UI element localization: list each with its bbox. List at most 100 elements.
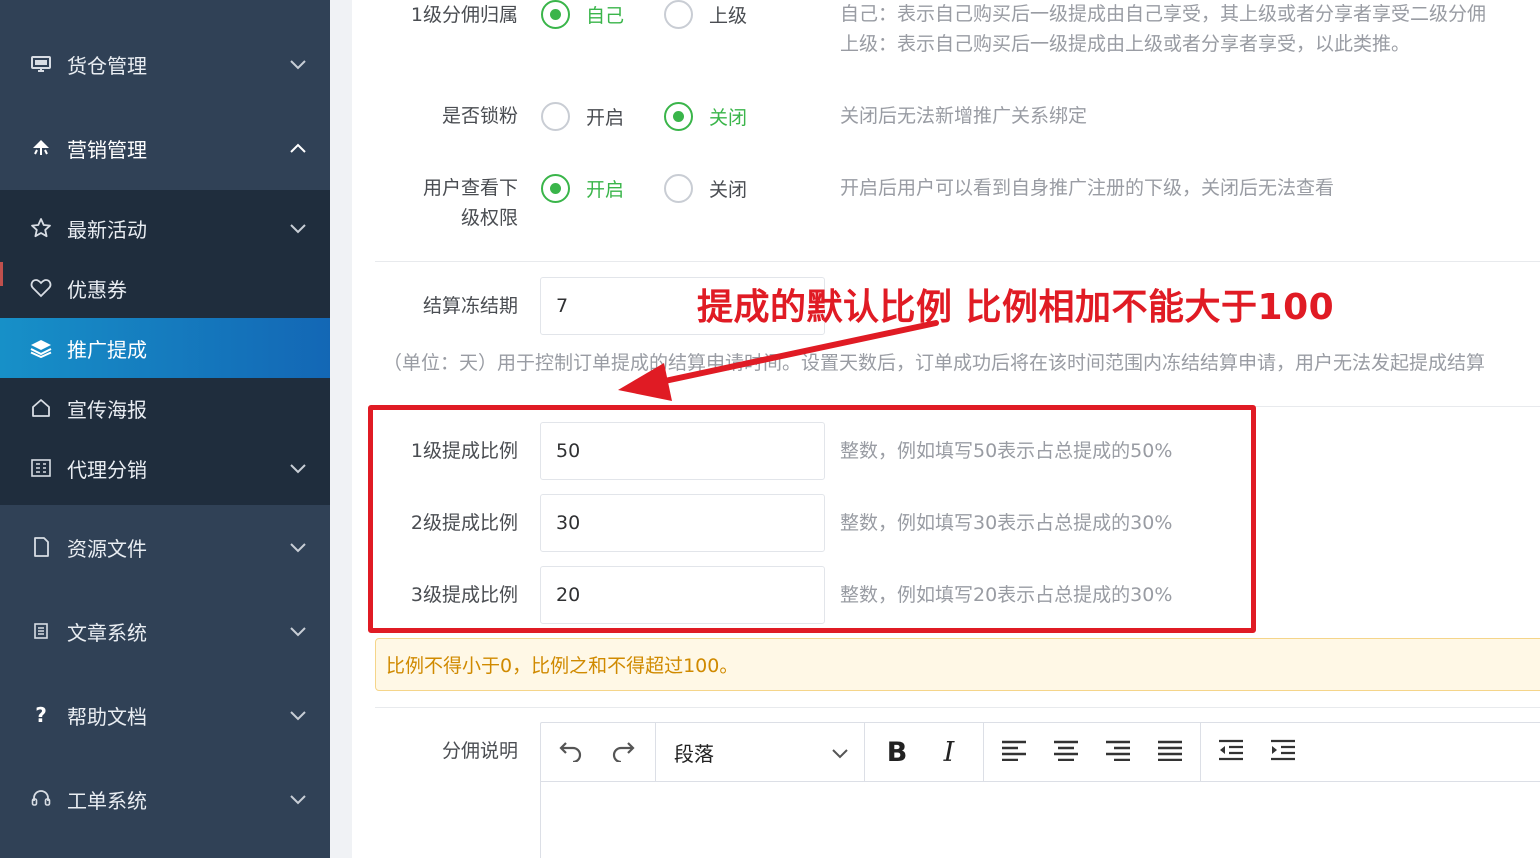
toolbar-separator: [864, 722, 865, 782]
view-sub-hint: 开启后用户可以看到自身推广注册的下级，关闭后无法查看: [840, 177, 1335, 199]
sidebar-item-latest-activity[interactable]: 最新活动: [0, 198, 330, 258]
question-icon: ?: [35, 703, 47, 727]
level1-owner-hint-1: 自己：表示自己购买后一级提成由自己享受，其上级或者分享者享受二级分佣: [840, 3, 1487, 25]
chevron-down-icon: [288, 789, 308, 809]
undo-icon: [558, 738, 584, 766]
indent-icon: [1270, 739, 1296, 765]
bold-button[interactable]: B: [871, 723, 923, 782]
radio-lock-on[interactable]: 开启: [541, 102, 624, 131]
toolbar-separator: [1200, 722, 1201, 782]
outdent-button[interactable]: [1205, 723, 1257, 782]
radio-circle: [664, 102, 693, 131]
bold-icon: B: [886, 736, 908, 768]
lock-fans-hint: 关闭后无法新增推广关系绑定: [840, 105, 1088, 127]
chevron-down-icon: [288, 458, 308, 478]
italic-icon: I: [943, 736, 955, 768]
sidebar-item-label: 推广提成: [67, 337, 147, 362]
sidebar-item-label: 文章系统: [67, 620, 147, 645]
chevron-down-icon: [288, 705, 308, 725]
divider: [375, 261, 1540, 262]
align-justify-button[interactable]: [1144, 723, 1196, 782]
radio-label: 关闭: [709, 179, 748, 201]
chevron-down-icon: [288, 218, 308, 238]
redo-icon: [610, 738, 636, 766]
radio-circle: [541, 174, 570, 203]
radio-label: 自己: [586, 5, 625, 27]
sidebar-item-label: 最新活动: [67, 217, 147, 242]
sidebar-item-resource-files[interactable]: 资源文件: [0, 505, 330, 589]
align-center-icon: [1053, 739, 1079, 765]
sidebar-item-label: 工单系统: [67, 788, 147, 813]
commission-desc-label: 分佣说明: [441, 740, 518, 762]
layers-icon: [29, 338, 53, 358]
view-sub-label-2: 级权限: [460, 207, 518, 229]
editor-toolbar: 段落 B I: [541, 722, 1540, 782]
sidebar-item-help-docs[interactable]: ? 帮助文档: [0, 673, 330, 757]
sidebar-item-article-system[interactable]: 文章系统: [0, 589, 330, 673]
lock-fans-label: 是否锁粉: [441, 105, 518, 127]
align-left-icon: [1001, 739, 1027, 765]
sidebar-item-agent-distribution[interactable]: 代理分销: [0, 438, 330, 498]
indent-button[interactable]: [1257, 723, 1309, 782]
chevron-down-icon: [288, 54, 308, 74]
sidebar-item-label: 货仓管理: [67, 53, 147, 78]
freeze-period-label: 结算冻结期: [422, 295, 518, 317]
align-right-icon: [1105, 739, 1131, 765]
headset-icon: [29, 788, 53, 810]
radio-label: 开启: [586, 179, 625, 201]
radio-view-on[interactable]: 开启: [541, 174, 624, 203]
divider: [375, 707, 1540, 708]
view-sub-label-1: 用户查看下: [422, 177, 518, 199]
warning-text: 比例不得小于0，比例之和不得超过100。: [386, 655, 739, 677]
document-icon: [29, 621, 53, 641]
sidebar-item-poster[interactable]: 宣传海报: [0, 378, 330, 438]
toolbar-separator: [983, 722, 984, 782]
sidebar-item-label: 帮助文档: [67, 704, 147, 729]
radio-superior[interactable]: 上级: [664, 0, 747, 29]
radio-label: 上级: [709, 5, 748, 27]
radio-circle: [541, 0, 570, 29]
sidebar-item-marketing[interactable]: 营销管理: [0, 106, 330, 190]
sidebar-item-label: 营销管理: [67, 137, 147, 162]
sidebar-item-label: 资源文件: [67, 536, 147, 561]
grid-list-icon: [29, 458, 53, 478]
radio-lock-off[interactable]: 关闭: [664, 102, 747, 131]
sidebar: 货仓管理 营销管理 最新活动 优惠券 推广提成 宣传海报 代理分销 资源文件 文…: [0, 0, 330, 858]
chevron-down-icon: [288, 621, 308, 641]
sidebar-item-warehouse[interactable]: 货仓管理: [0, 22, 330, 106]
chevron-down-icon: [288, 537, 308, 557]
content-gutter: [330, 0, 352, 858]
radio-view-off[interactable]: 关闭: [664, 174, 747, 203]
radio-circle: [664, 174, 693, 203]
warning-alert: 比例不得小于0，比例之和不得超过100。: [375, 638, 1540, 691]
align-justify-icon: [1157, 739, 1183, 765]
rich-text-editor[interactable]: 段落 B I: [540, 722, 1540, 858]
undo-button[interactable]: [545, 723, 597, 782]
sidebar-item-ticket-system[interactable]: 工单系统: [0, 757, 330, 841]
align-right-button[interactable]: [1092, 723, 1144, 782]
chevron-up-icon: [288, 138, 308, 158]
italic-button[interactable]: I: [923, 723, 975, 782]
level1-owner-hint-2: 上级：表示自己购买后一级提成由上级或者分享者享受，以此类推。: [840, 33, 1411, 55]
redo-button[interactable]: [597, 723, 649, 782]
home-icon: [29, 397, 53, 419]
radio-label: 关闭: [709, 107, 748, 129]
heart-icon: [29, 278, 53, 298]
radio-circle: [541, 102, 570, 131]
paragraph-select[interactable]: 段落: [656, 723, 864, 782]
umbrella-icon: [29, 138, 53, 158]
align-left-button[interactable]: [988, 723, 1040, 782]
monitor-icon: [29, 55, 53, 73]
sidebar-item-label: 代理分销: [67, 457, 147, 482]
outdent-icon: [1218, 739, 1244, 765]
radio-circle: [664, 0, 693, 29]
radio-self[interactable]: 自己: [541, 0, 624, 29]
sidebar-item-promotion-commission[interactable]: 推广提成: [0, 318, 330, 378]
annotation-highlight-box: [368, 405, 1256, 633]
align-center-button[interactable]: [1040, 723, 1092, 782]
radio-label: 开启: [586, 107, 625, 129]
chevron-down-icon: [832, 740, 848, 764]
sidebar-item-coupon[interactable]: 优惠券: [0, 258, 330, 318]
file-icon: [29, 536, 53, 558]
sidebar-item-label: 优惠券: [67, 277, 127, 302]
